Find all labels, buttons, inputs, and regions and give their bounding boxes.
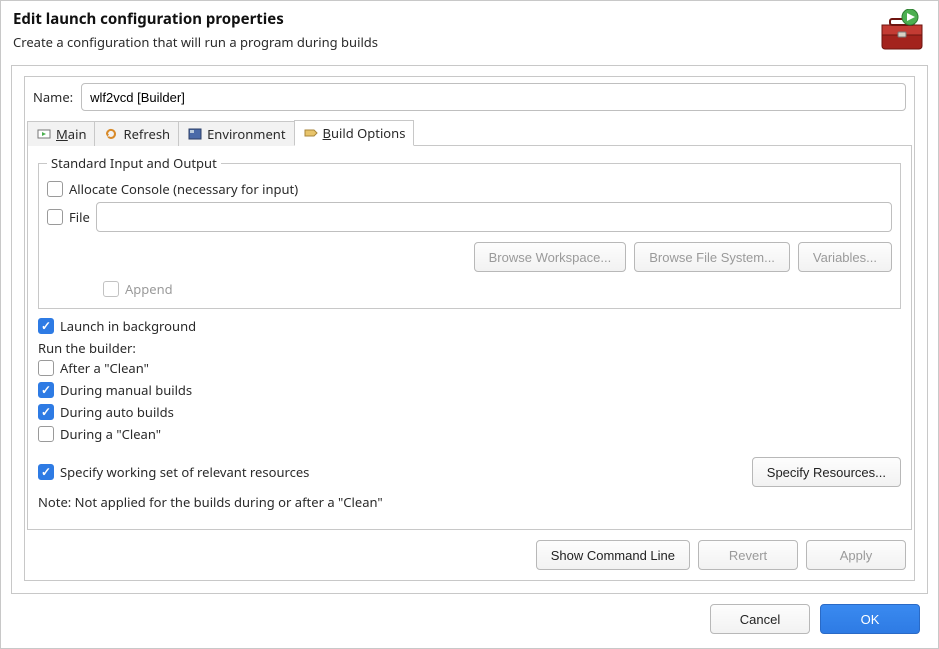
main-panel: Name: Main Refresh (11, 65, 928, 594)
name-label: Name: (33, 88, 73, 106)
name-input[interactable] (81, 83, 906, 111)
revert-button[interactable]: Revert (698, 540, 798, 570)
name-row: Name: (33, 83, 906, 111)
tab-content-build-options: Standard Input and Output Allocate Conso… (27, 146, 912, 530)
file-label: File (69, 208, 90, 226)
cancel-button[interactable]: Cancel (710, 604, 810, 634)
toolbox-play-icon (868, 9, 924, 51)
checkbox-icon[interactable] (47, 209, 63, 225)
dialog-footer: Cancel OK (1, 594, 938, 648)
checkbox-icon (38, 426, 54, 442)
note-text: Note: Not applied for the builds during … (38, 493, 901, 511)
environment-icon (187, 126, 203, 142)
specify-resources-button[interactable]: Specify Resources... (752, 457, 901, 487)
build-options-icon (303, 125, 319, 141)
lower-buttons: Show Command Line Revert Apply (33, 540, 906, 570)
tab-main[interactable]: Main (27, 121, 95, 146)
checkbox-icon (103, 281, 119, 297)
browse-workspace-button[interactable]: Browse Workspace... (474, 242, 627, 272)
during-auto-row[interactable]: During auto builds (38, 401, 901, 423)
checkbox-icon (38, 318, 54, 334)
checkbox-icon (38, 360, 54, 376)
dialog-title: Edit launch configuration properties (13, 9, 378, 29)
tab-environment[interactable]: Environment (178, 121, 294, 146)
during-manual-row[interactable]: During manual builds (38, 379, 901, 401)
checkbox-icon (38, 382, 54, 398)
run-builder-label: Run the builder: (38, 339, 901, 357)
specify-ws-row[interactable]: Specify working set of relevant resource… (38, 461, 309, 483)
apply-button[interactable]: Apply (806, 540, 906, 570)
config-panel: Name: Main Refresh (24, 76, 915, 581)
allocate-console-label: Allocate Console (necessary for input) (69, 180, 298, 198)
dialog-root: Edit launch configuration properties Cre… (0, 0, 939, 649)
dialog-subtitle: Create a configuration that will run a p… (13, 33, 378, 51)
launch-bg-label: Launch in background (60, 317, 196, 335)
header-text: Edit launch configuration properties Cre… (13, 9, 378, 51)
tabstrip: Main Refresh Environment (27, 119, 912, 146)
browse-filesystem-button[interactable]: Browse File System... (634, 242, 790, 272)
launch-bg-row[interactable]: Launch in background (38, 315, 901, 337)
specify-ws-label: Specify working set of relevant resource… (60, 463, 309, 481)
checkbox-icon (38, 464, 54, 480)
tab-refresh[interactable]: Refresh (94, 121, 179, 146)
after-clean-label: After a "Clean" (60, 359, 149, 377)
tab-build-options[interactable]: Build Options (294, 120, 415, 146)
dialog-header: Edit launch configuration properties Cre… (1, 1, 938, 57)
show-command-line-button[interactable]: Show Command Line (536, 540, 690, 570)
file-buttons: Browse Workspace... Browse File System..… (47, 242, 892, 272)
during-auto-label: During auto builds (60, 403, 174, 421)
checkbox-icon (38, 404, 54, 420)
allocate-console-row[interactable]: Allocate Console (necessary for input) (47, 178, 892, 200)
append-row: Append (103, 278, 892, 300)
file-row: File (47, 200, 892, 234)
during-clean-row[interactable]: During a "Clean" (38, 423, 901, 445)
checkbox-icon (47, 181, 63, 197)
during-manual-label: During manual builds (60, 381, 192, 399)
stdio-group: Standard Input and Output Allocate Conso… (38, 154, 901, 309)
working-set-row: Specify working set of relevant resource… (38, 457, 901, 487)
refresh-icon (103, 126, 119, 142)
stdio-legend: Standard Input and Output (47, 154, 221, 172)
ok-button[interactable]: OK (820, 604, 920, 634)
launch-icon (36, 126, 52, 142)
after-clean-row[interactable]: After a "Clean" (38, 357, 901, 379)
variables-button[interactable]: Variables... (798, 242, 892, 272)
file-path-input[interactable] (96, 202, 892, 232)
append-label: Append (125, 280, 173, 298)
during-clean-label: During a "Clean" (60, 425, 161, 443)
